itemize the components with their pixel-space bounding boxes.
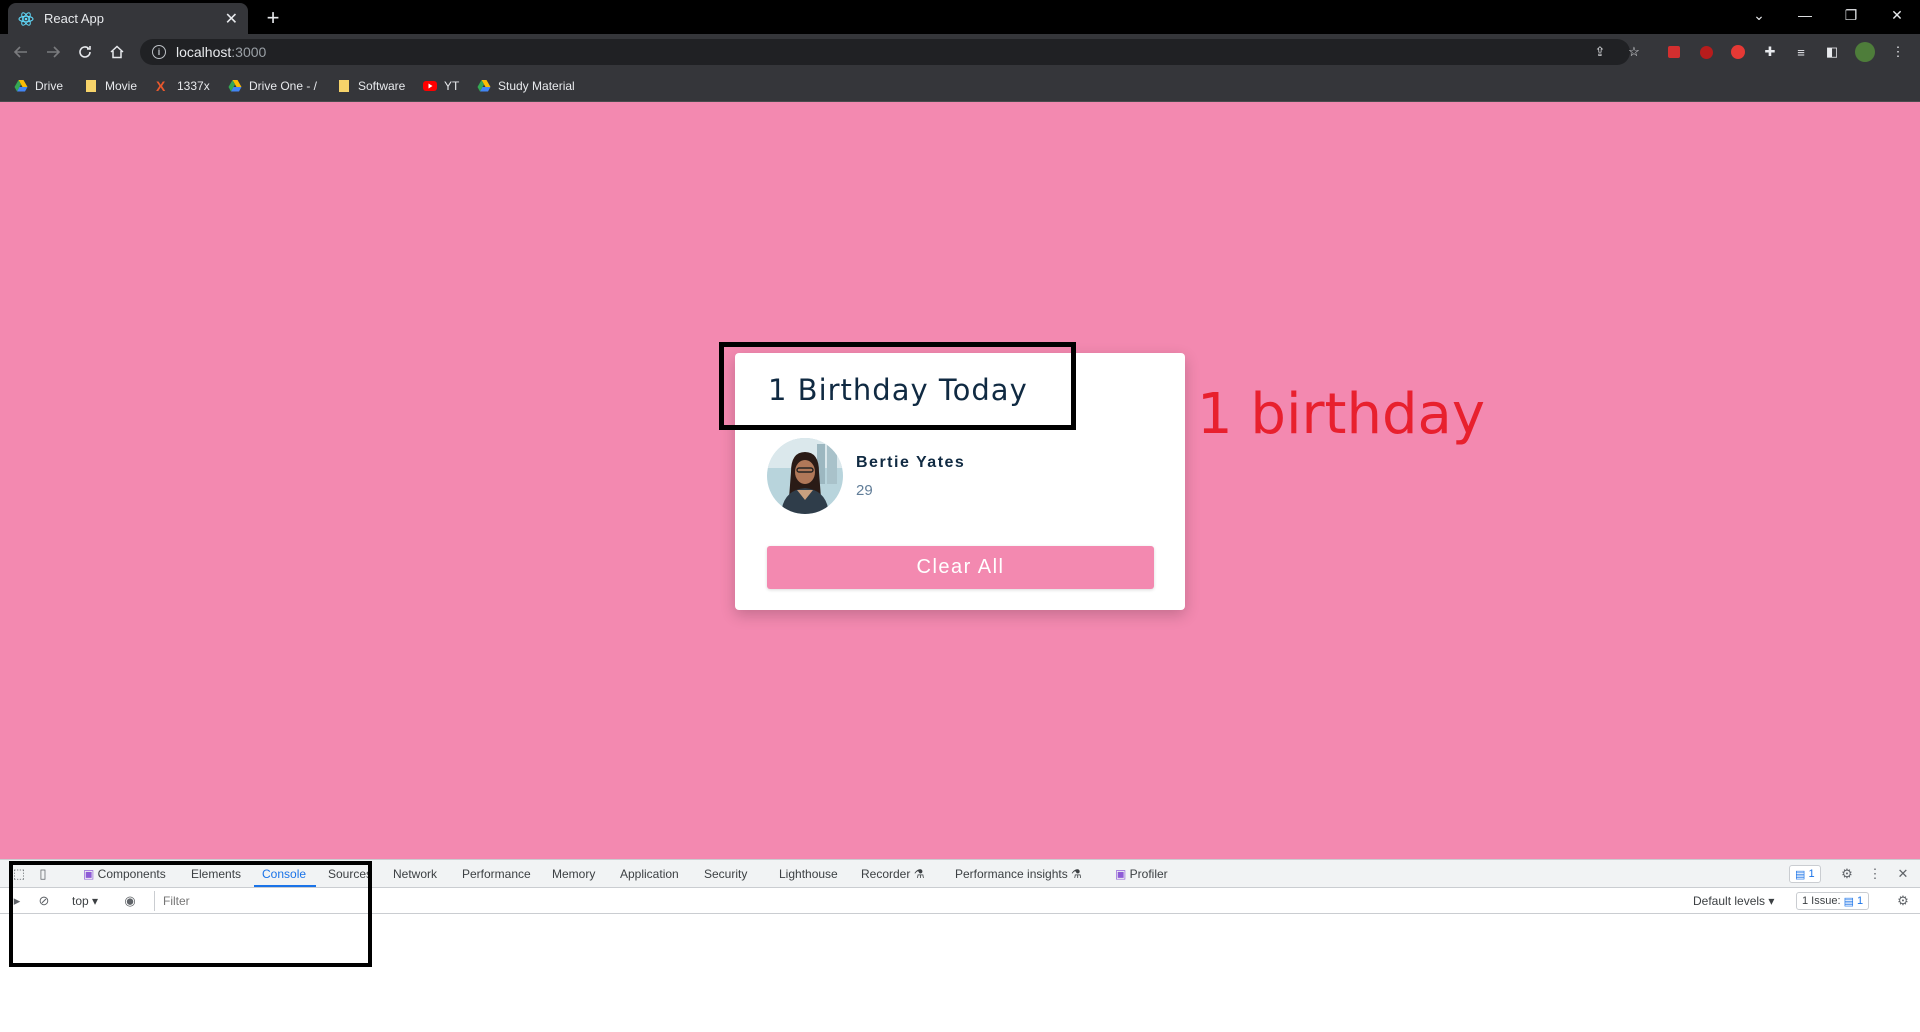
tab-performance[interactable]: Performance bbox=[462, 867, 531, 881]
side-panel-icon[interactable]: ◧ bbox=[1822, 42, 1842, 62]
tab-lighthouse[interactable]: Lighthouse bbox=[779, 867, 838, 881]
bookmark-drive[interactable]: Drive bbox=[14, 77, 63, 95]
restore-button[interactable]: ❐ bbox=[1828, 0, 1874, 30]
tab-network[interactable]: Network bbox=[393, 867, 437, 881]
tab-title: React App bbox=[44, 11, 104, 26]
site-info-icon[interactable]: i bbox=[152, 45, 166, 59]
url-host: localhost bbox=[176, 44, 232, 60]
tab-application[interactable]: Application bbox=[620, 867, 679, 881]
google-drive-icon bbox=[228, 79, 242, 93]
tab-security[interactable]: Security bbox=[704, 867, 747, 881]
page-viewport: 1 Birthday Today Bertie Yates 29 Clear A… bbox=[0, 102, 1920, 859]
issues-label: 1 Issue: bbox=[1802, 895, 1841, 907]
home-icon bbox=[110, 45, 124, 59]
person-item: Bertie Yates 29 bbox=[767, 438, 965, 514]
back-button[interactable] bbox=[9, 40, 33, 64]
bookmark-study-material[interactable]: Study Material bbox=[477, 77, 575, 95]
console-highlight-box bbox=[9, 861, 372, 967]
google-drive-icon bbox=[477, 79, 491, 93]
new-tab-button[interactable]: + bbox=[260, 5, 286, 31]
log-levels-dropdown[interactable]: Default levels ▾ bbox=[1693, 894, 1774, 908]
forward-button[interactable] bbox=[41, 40, 65, 64]
browser-toolbar: i localhost:3000 ⇪ ☆ ✚ ≡ ◧ ⋮ bbox=[0, 34, 1920, 70]
media-control-icon[interactable]: ≡ bbox=[1791, 42, 1811, 62]
tab-search-icon[interactable]: ⌄ bbox=[1736, 0, 1782, 30]
bookmark-movie[interactable]: Movie bbox=[84, 77, 137, 95]
bookmark-label: Software bbox=[358, 79, 406, 93]
browser-titlebar: React App ✕ + ⌄ — ❐ ✕ bbox=[0, 0, 1920, 34]
devtools-menu-icon[interactable]: ⋮ bbox=[1866, 865, 1884, 883]
close-window-button[interactable]: ✕ bbox=[1874, 0, 1920, 30]
menu-kebab-icon[interactable]: ⋮ bbox=[1888, 42, 1908, 62]
bookmark-label: Movie bbox=[105, 79, 138, 93]
tab-profiler[interactable]: ▣ Profiler bbox=[1115, 867, 1168, 881]
home-button[interactable] bbox=[105, 40, 129, 64]
bookmark-yt[interactable]: YT bbox=[423, 77, 459, 95]
ublock-icon[interactable] bbox=[1696, 42, 1716, 62]
bookmark-label: 1337x bbox=[177, 79, 210, 93]
profile-avatar[interactable] bbox=[1855, 42, 1875, 62]
message-icon: ▤ bbox=[1795, 868, 1809, 881]
dropdown-arrow-icon: ▾ bbox=[1765, 894, 1775, 908]
bookmark-label: YT bbox=[444, 79, 460, 93]
tab-memory[interactable]: Memory bbox=[552, 867, 595, 881]
issues-badge[interactable]: 1 Issue: ▤ 1 bbox=[1796, 892, 1870, 910]
bookmark-label: Drive bbox=[35, 79, 64, 93]
messages-badge[interactable]: ▤ 1 bbox=[1789, 865, 1821, 883]
x-icon: X bbox=[156, 78, 166, 94]
react-devtools-icon: ▣ bbox=[1115, 867, 1130, 881]
issues-count: 1 bbox=[1857, 895, 1864, 907]
bookmark-label: Drive One - / bbox=[249, 79, 318, 93]
bookmark-drive-one[interactable]: Drive One - / bbox=[228, 77, 317, 95]
address-bar[interactable]: i localhost:3000 bbox=[140, 39, 1630, 65]
person-name: Bertie Yates bbox=[856, 453, 966, 471]
console-filter-input[interactable] bbox=[154, 891, 1684, 911]
react-icon bbox=[18, 11, 34, 27]
forward-arrow-icon bbox=[47, 46, 61, 58]
issue-icon: ▤ bbox=[1840, 895, 1858, 908]
birthday-annotation: 1 birthday bbox=[1197, 382, 1486, 447]
url-port: :3000 bbox=[231, 44, 267, 60]
youtube-icon bbox=[423, 79, 437, 93]
browser-tab[interactable]: React App ✕ bbox=[8, 3, 248, 34]
bookmarks-bar: Drive Movie X 1337x Drive One - / Softwa… bbox=[0, 70, 1920, 102]
experiment-flask-icon: ⚗ bbox=[1067, 867, 1082, 881]
reload-button[interactable] bbox=[73, 40, 97, 64]
extension-icon[interactable] bbox=[1664, 42, 1684, 62]
heading-highlight-box bbox=[719, 342, 1076, 430]
minimize-button[interactable]: — bbox=[1782, 0, 1828, 30]
bookmark-star-icon[interactable]: ☆ bbox=[1624, 42, 1644, 62]
google-drive-icon bbox=[14, 79, 28, 93]
person-age: 29 bbox=[856, 481, 873, 499]
folder-icon bbox=[84, 79, 98, 93]
person-avatar bbox=[767, 438, 843, 514]
settings-gear-icon[interactable]: ⚙ bbox=[1838, 865, 1856, 883]
youtube-extension-icon[interactable] bbox=[1728, 42, 1748, 62]
clear-all-button[interactable]: Clear All bbox=[767, 546, 1154, 589]
console-settings-gear-icon[interactable]: ⚙ bbox=[1894, 892, 1912, 910]
tab-close-icon[interactable]: ✕ bbox=[225, 9, 238, 29]
extensions-puzzle-icon[interactable]: ✚ bbox=[1760, 42, 1780, 62]
tab-recorder-label: Recorder bbox=[861, 867, 911, 881]
bookmark-1337x[interactable]: X 1337x bbox=[156, 77, 210, 95]
back-arrow-icon bbox=[13, 46, 27, 58]
close-devtools-icon[interactable]: ✕ bbox=[1894, 865, 1912, 883]
reload-icon bbox=[79, 46, 91, 58]
tab-performance-insights-label: Performance insights bbox=[955, 867, 1068, 881]
tab-recorder[interactable]: Recorder ⚗ bbox=[861, 867, 924, 881]
tab-performance-insights[interactable]: Performance insights ⚗ bbox=[955, 867, 1082, 881]
share-icon[interactable]: ⇪ bbox=[1590, 42, 1610, 62]
messages-count: 1 bbox=[1808, 868, 1815, 880]
levels-label: Default levels bbox=[1693, 894, 1766, 908]
bookmark-software[interactable]: Software bbox=[337, 77, 405, 95]
bookmark-label: Study Material bbox=[498, 79, 575, 93]
tab-profiler-label: Profiler bbox=[1129, 867, 1168, 881]
folder-icon bbox=[337, 79, 351, 93]
experiment-flask-icon: ⚗ bbox=[910, 867, 925, 881]
